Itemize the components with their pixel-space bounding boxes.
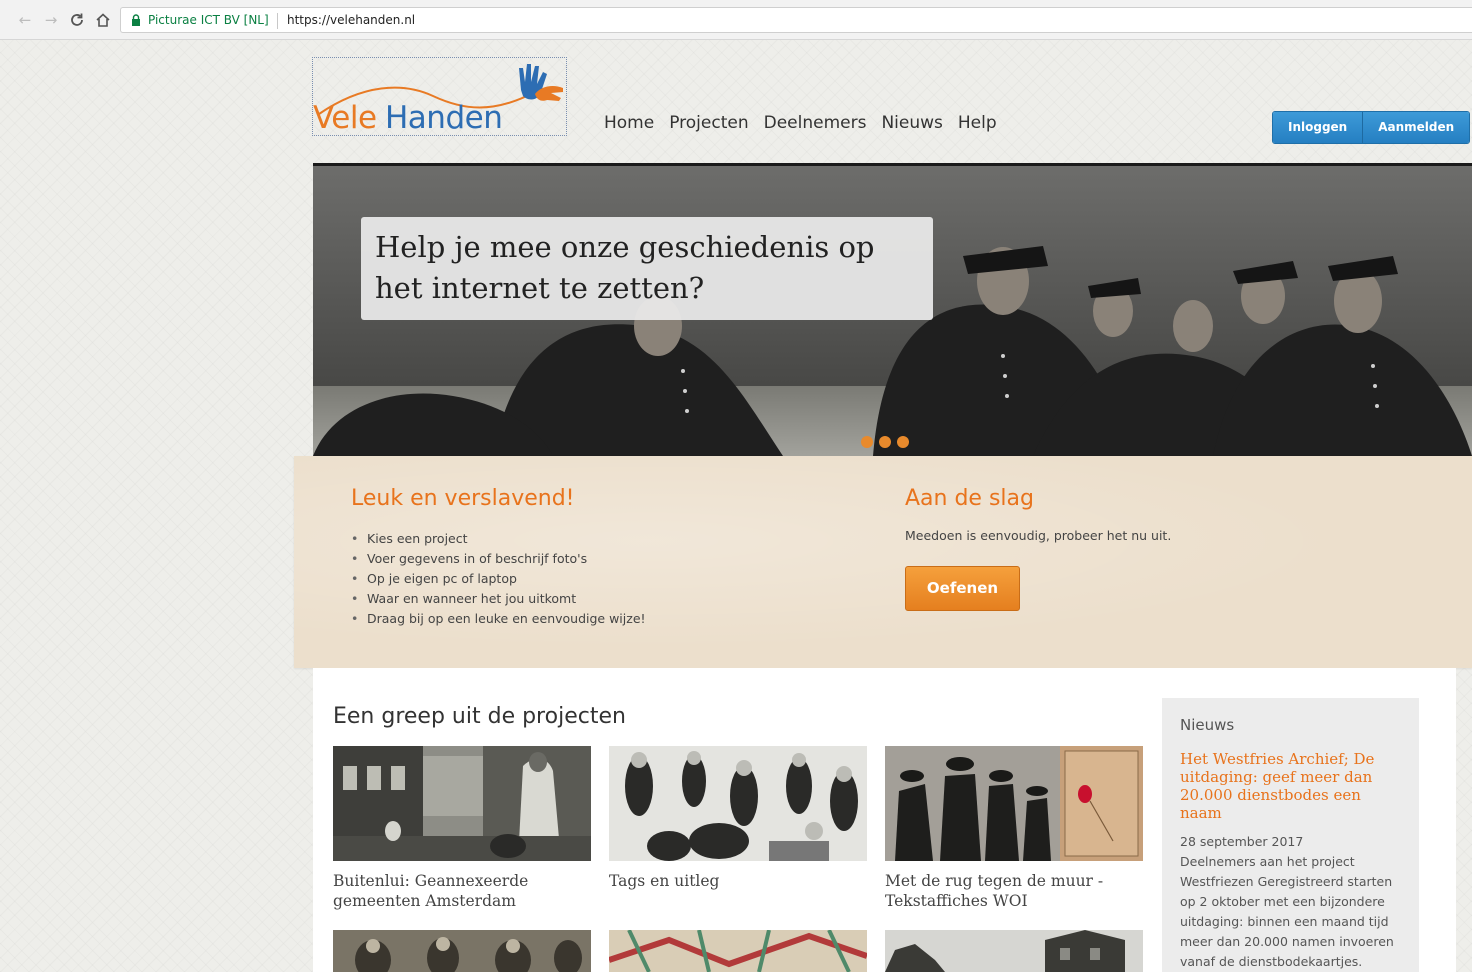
project-card[interactable]: Met de rug tegen de muur - Tekstaffiches… [885,746,1143,911]
project-title[interactable]: Tags en uitleg [609,871,867,891]
project-title[interactable]: Met de rug tegen de muur - Tekstaffiches… [885,871,1143,911]
slider-dot[interactable] [879,436,891,448]
url-text[interactable]: https://velehanden.nl [287,13,415,27]
intro-right-text: Meedoen is eenvoudig, probeer het nu uit… [905,528,1172,543]
list-item: Kies een project [351,529,646,549]
logo-text-vele: Vele [313,100,377,136]
address-bar[interactable]: Picturae ICT BV [NL] https://velehanden.… [120,7,1472,33]
project-thumbnail[interactable] [609,930,867,972]
hero-caption-text: Help je mee onze geschiedenis op het int… [375,230,875,305]
project-card[interactable]: Buitenlui: Geannexeerde gemeenten Amster… [333,746,591,911]
main-navigation: Home Projecten Deelnemers Nieuws Help [604,111,1012,135]
reload-icon[interactable] [68,10,86,30]
slider-dot-active[interactable] [897,436,909,448]
list-item: Draag bij op een leuke en eenvoudige wij… [351,609,646,629]
lock-icon [132,14,140,26]
nav-nieuws[interactable]: Nieuws [881,111,942,135]
address-separator [277,13,278,29]
news-box: Nieuws Het Westfries Archief; De uitdagi… [1162,698,1419,972]
list-item: Op je eigen pc of laptop [351,569,646,589]
nav-projecten[interactable]: Projecten [669,111,748,135]
nav-home[interactable]: Home [604,111,654,135]
nav-deelnemers[interactable]: Deelnemers [764,111,867,135]
projects-section-title: Een greep uit de projecten [333,704,626,729]
hands-icon [519,64,563,101]
home-icon[interactable] [94,10,112,30]
slider-dots [861,436,909,448]
browser-toolbar: ← → Picturae ICT BV [NL] https://velehan… [0,0,1472,40]
project-thumbnail[interactable] [885,746,1143,861]
list-item: Waar en wanneer het jou uitkomt [351,589,646,609]
project-title[interactable]: Buitenlui: Geannexeerde gemeenten Amster… [333,871,591,911]
project-card[interactable]: Tags en uitleg [609,746,867,891]
slider-dot[interactable] [861,436,873,448]
news-excerpt: Deelnemers aan het project Westfriezen G… [1180,854,1394,969]
auth-button-group: Inloggen Aanmelden [1272,111,1471,144]
login-button[interactable]: Inloggen [1273,112,1363,143]
project-thumbnail[interactable] [333,930,591,972]
arrow-left-icon[interactable]: ← [16,10,34,30]
project-thumbnail[interactable] [609,746,867,861]
project-thumbnail[interactable] [333,746,591,861]
hero-slider[interactable]: Help je mee onze geschiedenis op het int… [313,163,1472,456]
news-article-link[interactable]: Het Westfries Archief; De uitdaging: gee… [1180,750,1401,822]
project-thumbnail[interactable] [885,930,1143,972]
practice-button[interactable]: Oefenen [905,566,1020,611]
list-item: Voer gegevens in of beschrijf foto's [351,549,646,569]
content-panel: Een greep uit de projecten Buitenlui: Ge… [313,668,1456,972]
intro-right-heading: Aan de slag [905,486,1034,511]
intro-left-heading: Leuk en verslavend! [351,486,575,511]
feature-list: Kies een project Voer gegevens in of bes… [351,529,646,629]
arrow-right-icon[interactable]: → [42,10,60,30]
site-logo[interactable]: Vele Handen [312,57,567,136]
nav-help[interactable]: Help [958,111,997,135]
intro-band: Leuk en verslavend! Kies een project Voe… [294,456,1472,668]
certificate-label[interactable]: Picturae ICT BV [NL] [148,13,269,27]
news-heading: Nieuws [1180,716,1235,734]
logo-text-handen: Handen [385,100,503,136]
hero-caption: Help je mee onze geschiedenis op het int… [361,217,933,320]
register-button[interactable]: Aanmelden [1362,112,1470,143]
news-date: 28 september 2017 [1180,834,1304,849]
